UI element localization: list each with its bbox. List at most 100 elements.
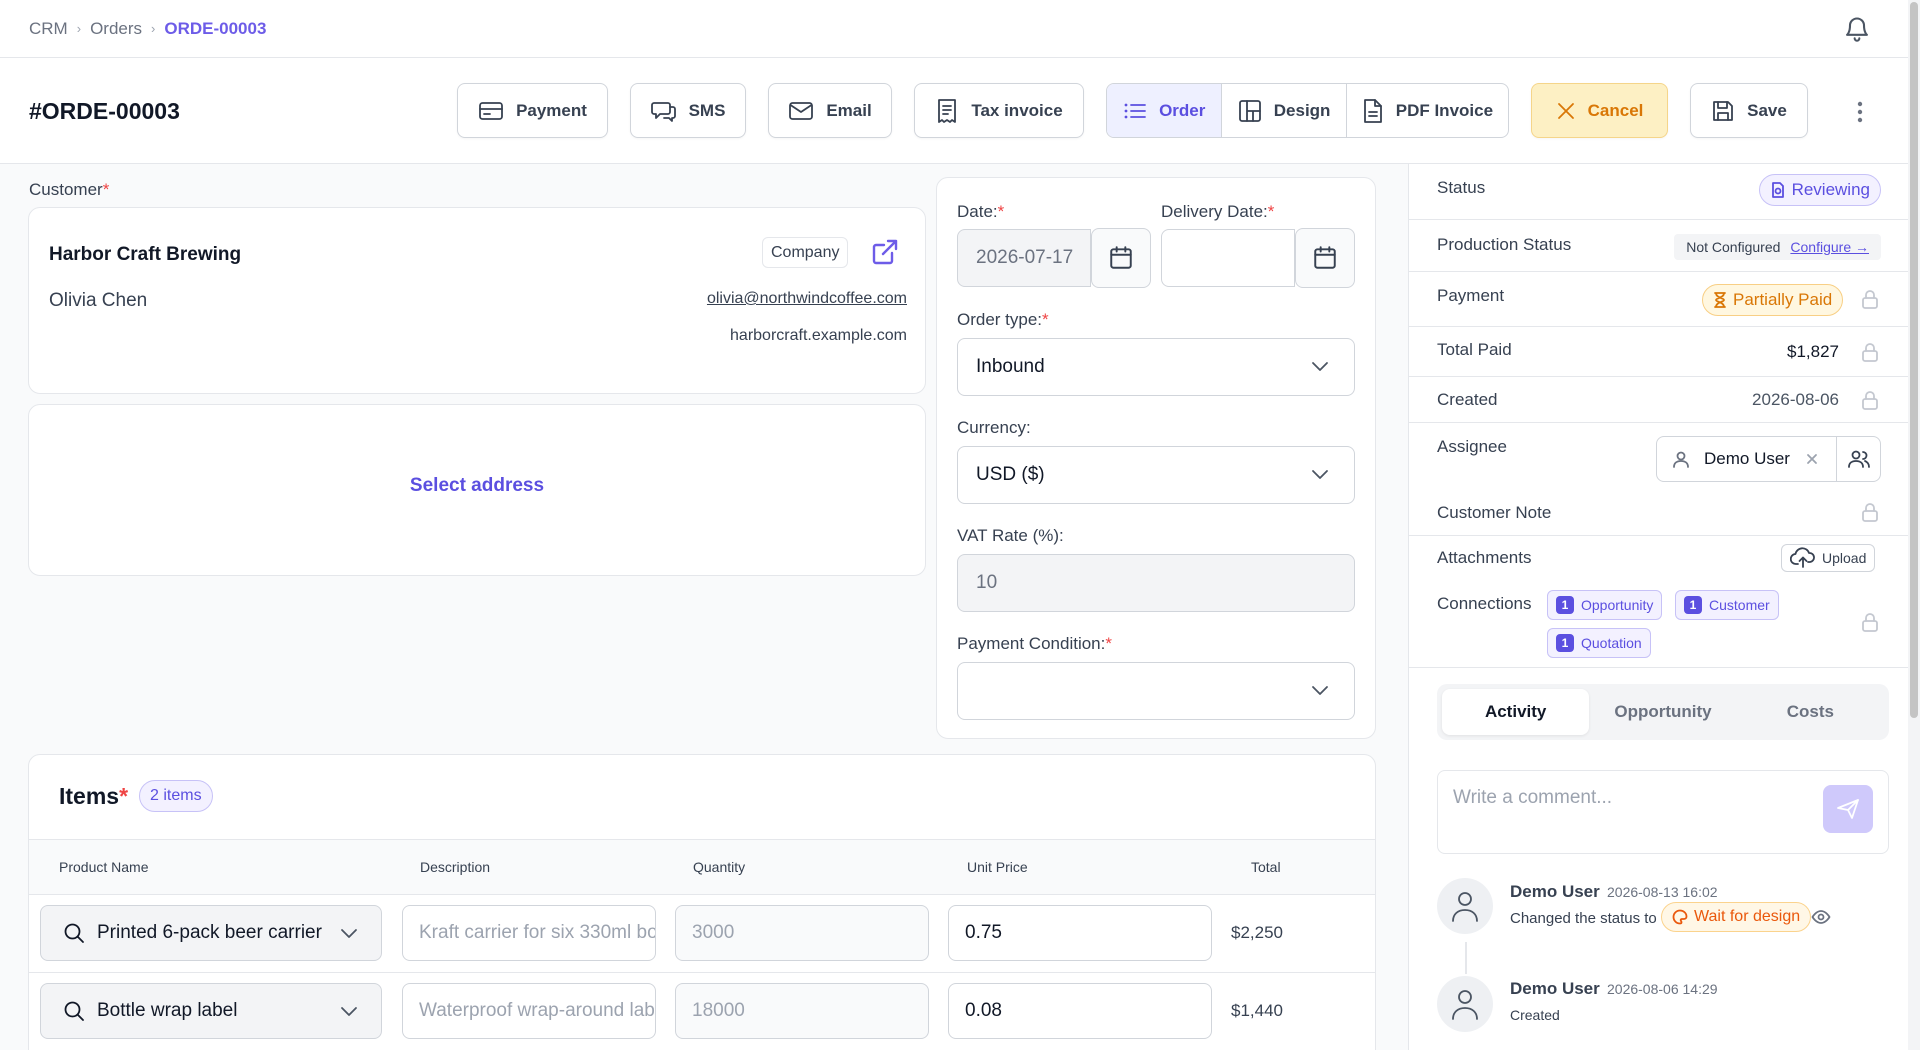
sms-button[interactable]: SMS bbox=[630, 83, 746, 138]
order-type-label-text: Order type: bbox=[957, 310, 1043, 329]
design-view-button[interactable]: Design bbox=[1222, 84, 1347, 137]
status-badge[interactable]: Reviewing bbox=[1758, 174, 1881, 206]
more-options-icon[interactable] bbox=[1856, 100, 1864, 124]
required-marker: * bbox=[119, 783, 129, 809]
breadcrumb-orders[interactable]: Orders bbox=[90, 19, 142, 39]
required-marker: * bbox=[102, 180, 110, 199]
currency-select[interactable]: USD ($) bbox=[957, 446, 1355, 504]
page-title: #ORDE-00003 bbox=[29, 98, 180, 124]
created-value: 2026-08-06 bbox=[1752, 390, 1839, 409]
avatar bbox=[1437, 878, 1493, 934]
search-icon bbox=[63, 922, 85, 944]
order-type-label: Order type:* bbox=[957, 310, 1049, 330]
production-status-box: Not Configured Configure → bbox=[1674, 234, 1881, 260]
save-button[interactable]: Save bbox=[1690, 83, 1808, 138]
customer-note-label: Customer Note bbox=[1437, 503, 1552, 522]
breadcrumb-separator: › bbox=[151, 21, 156, 36]
required-marker: * bbox=[1042, 310, 1049, 329]
connections-row: Connections 1 Opportunity 1 Customer 1 Q… bbox=[1409, 582, 1909, 668]
bell-icon[interactable] bbox=[1843, 14, 1871, 44]
comment-box[interactable]: Write a comment... bbox=[1437, 770, 1889, 854]
connection-quotation[interactable]: 1 Quotation bbox=[1547, 628, 1651, 658]
unit-price-input[interactable]: 0.75 bbox=[948, 905, 1212, 961]
upload-label: Upload bbox=[1822, 550, 1867, 566]
configure-link[interactable]: Configure → bbox=[1790, 239, 1869, 255]
lock-icon bbox=[1861, 502, 1879, 522]
date-input[interactable]: 2026-07-17 bbox=[957, 229, 1091, 287]
tab-costs[interactable]: Costs bbox=[1737, 689, 1884, 735]
product-select[interactable]: Bottle wrap label bbox=[40, 983, 382, 1039]
eye-icon[interactable] bbox=[1811, 909, 1831, 925]
description-input[interactable]: Kraft carrier for six 330ml bottles bbox=[402, 905, 656, 961]
quantity-input[interactable]: 18000 bbox=[675, 983, 929, 1039]
payment-label: Payment bbox=[1437, 286, 1505, 305]
unit-price-input[interactable]: 0.08 bbox=[948, 983, 1212, 1039]
payment-button[interactable]: Payment bbox=[457, 83, 608, 138]
connection-count: 1 bbox=[1684, 596, 1702, 614]
document-icon bbox=[1362, 98, 1384, 124]
order-view-button[interactable]: Order bbox=[1107, 84, 1223, 137]
assignee-row: Assignee Demo User bbox=[1409, 423, 1909, 490]
cancel-button[interactable]: Cancel bbox=[1531, 83, 1668, 138]
page-scrollbar[interactable] bbox=[1908, 0, 1920, 1050]
tab-opportunity[interactable]: Opportunity bbox=[1589, 689, 1736, 735]
product-select[interactable]: Printed 6-pack beer carrier bbox=[40, 905, 382, 961]
pdf-invoice-button[interactable]: PDF Invoice bbox=[1347, 84, 1508, 137]
customer-label: Customer bbox=[29, 180, 103, 199]
delivery-date-input[interactable] bbox=[1161, 229, 1295, 287]
select-address-link[interactable]: Select address bbox=[29, 475, 925, 497]
tab-activity[interactable]: Activity bbox=[1442, 689, 1590, 735]
customer-section-label: Customer* bbox=[29, 180, 109, 200]
assignee-picker[interactable]: Demo User bbox=[1656, 436, 1881, 482]
order-details-card: Date:* 2026-07-17 Delivery Date:* Order … bbox=[936, 177, 1376, 739]
lock-icon bbox=[1861, 612, 1879, 632]
column-total: Total bbox=[1251, 859, 1281, 875]
vat-rate-input[interactable]: 10 bbox=[957, 554, 1355, 612]
description-input[interactable]: Waterproof wrap-around label bbox=[402, 983, 656, 1039]
payment-condition-select[interactable] bbox=[957, 662, 1355, 720]
connection-label: Opportunity bbox=[1581, 597, 1654, 613]
email-button[interactable]: Email bbox=[768, 83, 892, 138]
total-paid-value: $1,827 bbox=[1787, 342, 1839, 361]
items-title: Items* bbox=[59, 783, 128, 810]
clear-assignee-icon[interactable] bbox=[1806, 453, 1818, 465]
upload-button[interactable]: Upload bbox=[1781, 544, 1876, 572]
line-total: $1,440 bbox=[1231, 1001, 1283, 1020]
scrollbar-thumb[interactable] bbox=[1910, 2, 1918, 718]
quantity-input[interactable]: 3000 bbox=[675, 905, 929, 961]
tax-invoice-button[interactable]: Tax invoice bbox=[914, 83, 1084, 138]
order-type-select[interactable]: Inbound bbox=[957, 338, 1355, 396]
date-calendar-button[interactable] bbox=[1091, 228, 1151, 288]
list-icon bbox=[1123, 100, 1147, 122]
external-link-icon[interactable] bbox=[870, 237, 900, 267]
customer-email-link[interactable]: olivia@northwindcoffee.com bbox=[707, 290, 907, 308]
pdf-invoice-label: PDF Invoice bbox=[1395, 100, 1494, 120]
customer-company-name[interactable]: Harbor Craft Brewing bbox=[49, 244, 241, 266]
breadcrumb-separator: › bbox=[76, 21, 82, 36]
date-label: Date:* bbox=[957, 202, 1004, 222]
address-card[interactable]: Select address bbox=[28, 404, 926, 576]
users-icon[interactable] bbox=[1836, 437, 1880, 481]
email-label: Email bbox=[826, 100, 872, 120]
lock-icon bbox=[1861, 342, 1879, 362]
connection-opportunity[interactable]: 1 Opportunity bbox=[1547, 590, 1663, 620]
customer-card: Harbor Craft Brewing Olivia Chen Company… bbox=[28, 207, 926, 394]
total-paid-row: Total Paid $1,827 bbox=[1409, 327, 1909, 377]
delivery-date-calendar-button[interactable] bbox=[1295, 228, 1355, 288]
table-row: Bottle wrap label Waterproof wrap-around… bbox=[29, 973, 1375, 1050]
layout-icon bbox=[1238, 99, 1262, 123]
payment-condition-label: Payment Condition:* bbox=[957, 634, 1112, 654]
upload-icon bbox=[1790, 547, 1816, 569]
activity-status-value: Wait for design bbox=[1694, 908, 1801, 925]
cancel-label: Cancel bbox=[1587, 100, 1644, 120]
order-sidebar: Status Reviewing Production Status Not C… bbox=[1408, 164, 1909, 1050]
connection-customer[interactable]: 1 Customer bbox=[1675, 590, 1779, 620]
calendar-icon bbox=[1108, 245, 1134, 271]
send-comment-button[interactable] bbox=[1823, 785, 1873, 833]
production-status-label: Production Status bbox=[1437, 235, 1572, 254]
hourglass-icon bbox=[1713, 291, 1727, 309]
payment-row: Payment Partially Paid bbox=[1409, 272, 1909, 327]
view-switcher: Order Design PDF Invoice bbox=[1106, 83, 1509, 138]
breadcrumb-crm[interactable]: CRM bbox=[29, 19, 68, 39]
production-status-value: Not Configured bbox=[1686, 239, 1781, 255]
